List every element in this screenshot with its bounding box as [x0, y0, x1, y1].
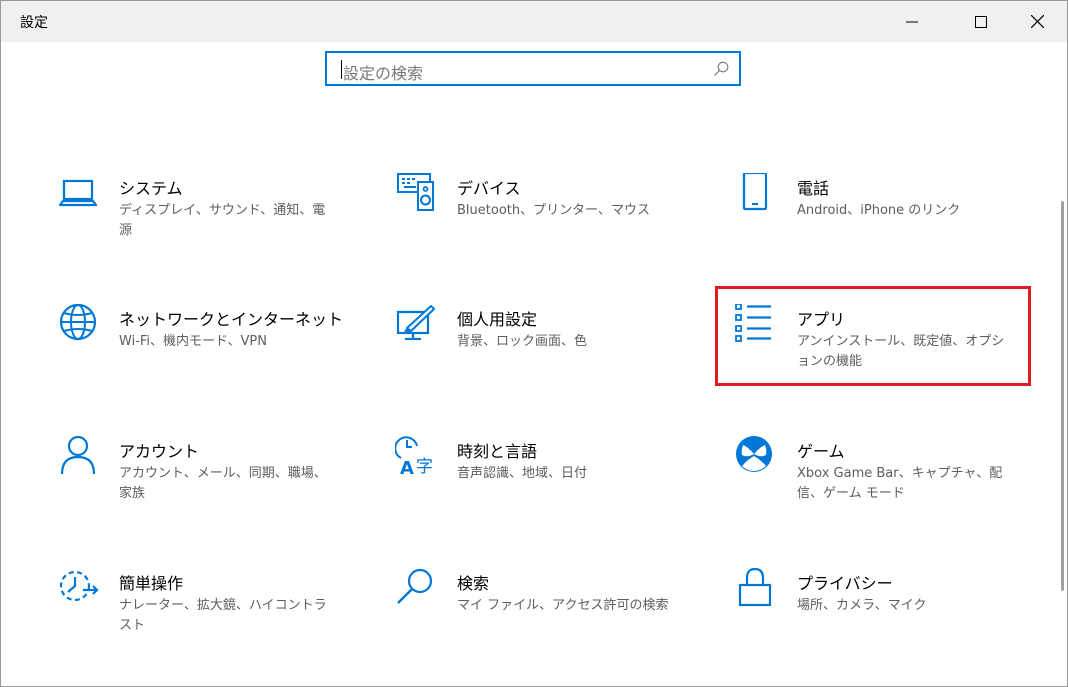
category-label: デバイス [457, 179, 521, 198]
category-desc: 背景、ロック画面、色 [457, 334, 588, 349]
category-label: 電話 [797, 179, 830, 198]
category-label: ゲーム [797, 442, 845, 461]
category-label: アプリ [797, 310, 846, 329]
text-caret [341, 60, 342, 79]
search-input[interactable]: 設定の検索 [325, 51, 741, 86]
category-desc: Android、iPhone のリンク [797, 203, 961, 218]
minimize-button[interactable] [889, 1, 935, 42]
category-desc: ナレーター、拡大鏡、ハイコントラスト [119, 598, 327, 633]
magnifier-icon [395, 568, 437, 610]
close-button[interactable] [1014, 1, 1060, 42]
apps-list-icon [735, 304, 777, 346]
category-label: ネットワークとインターネット [119, 310, 344, 329]
category-label: システム [119, 179, 183, 198]
lock-icon [735, 568, 777, 610]
ease-of-access-icon [57, 568, 99, 610]
search-icon [714, 61, 729, 76]
category-phone[interactable]: 電話 Android、iPhone のリンク [735, 173, 1035, 263]
minimize-icon [906, 21, 918, 22]
category-label: 検索 [457, 574, 490, 593]
globe-icon [57, 304, 99, 346]
personalization-icon [395, 304, 437, 346]
category-ease-of-access[interactable]: 簡単操作 ナレーター、拡大鏡、ハイコントラスト [57, 568, 357, 658]
category-privacy[interactable]: プライバシー 場所、カメラ、マイク [735, 568, 1035, 658]
scrollbar[interactable] [1061, 201, 1064, 591]
category-label: プライバシー [797, 574, 893, 593]
svg-text:A: A [400, 458, 414, 478]
category-desc: マイ ファイル、アクセス許可の検索 [457, 598, 669, 613]
category-desc: 場所、カメラ、マイク [797, 598, 927, 613]
category-search[interactable]: 検索 マイ ファイル、アクセス許可の検索 [395, 568, 695, 658]
category-desc: Wi-Fi、機内モード、VPN [119, 334, 267, 349]
svg-text:字: 字 [416, 457, 433, 477]
category-network[interactable]: ネットワークとインターネット Wi-Fi、機内モード、VPN [57, 304, 357, 394]
settings-window: 設定 設定の検索 システム ディスプレイ、サウンド、通知、電源 デバイス Blu… [0, 0, 1068, 687]
category-apps[interactable]: アプリ アンインストール、既定値、オプションの機能 [735, 304, 1035, 394]
xbox-icon [735, 436, 777, 478]
category-desc: アカウント、メール、同期、職場、家族 [119, 466, 327, 501]
laptop-icon [57, 173, 99, 215]
search-placeholder: 設定の検索 [343, 64, 424, 83]
category-label: 時刻と言語 [457, 442, 538, 461]
category-desc: アンインストール、既定値、オプションの機能 [797, 334, 1005, 369]
category-gaming[interactable]: ゲーム Xbox Game Bar、キャプチャ、配信、ゲーム モード [735, 436, 1035, 526]
window-title: 設定 [20, 15, 48, 31]
category-label: アカウント [119, 442, 200, 461]
devices-icon [395, 173, 437, 215]
phone-icon [735, 173, 777, 215]
title-bar: 設定 [1, 1, 1067, 42]
category-desc: Bluetooth、プリンター、マウス [457, 203, 650, 218]
category-label: 簡単操作 [119, 574, 184, 593]
category-system[interactable]: システム ディスプレイ、サウンド、通知、電源 [57, 173, 357, 263]
time-language-icon: A 字 [395, 436, 437, 478]
category-personalization[interactable]: 個人用設定 背景、ロック画面、色 [395, 304, 695, 394]
category-devices[interactable]: デバイス Bluetooth、プリンター、マウス [395, 173, 695, 263]
category-desc: ディスプレイ、サウンド、通知、電源 [119, 203, 326, 238]
maximize-button[interactable] [958, 1, 1004, 42]
maximize-icon [975, 15, 987, 28]
category-desc: Xbox Game Bar、キャプチャ、配信、ゲーム モード [797, 466, 1003, 501]
category-accounts[interactable]: アカウント アカウント、メール、同期、職場、家族 [57, 436, 357, 526]
category-desc: 音声認識、地域、日付 [457, 466, 588, 481]
category-time-language[interactable]: A 字 時刻と言語 音声認識、地域、日付 [395, 436, 695, 526]
person-icon [57, 436, 99, 478]
category-label: 個人用設定 [457, 310, 538, 329]
close-icon [1030, 15, 1044, 28]
